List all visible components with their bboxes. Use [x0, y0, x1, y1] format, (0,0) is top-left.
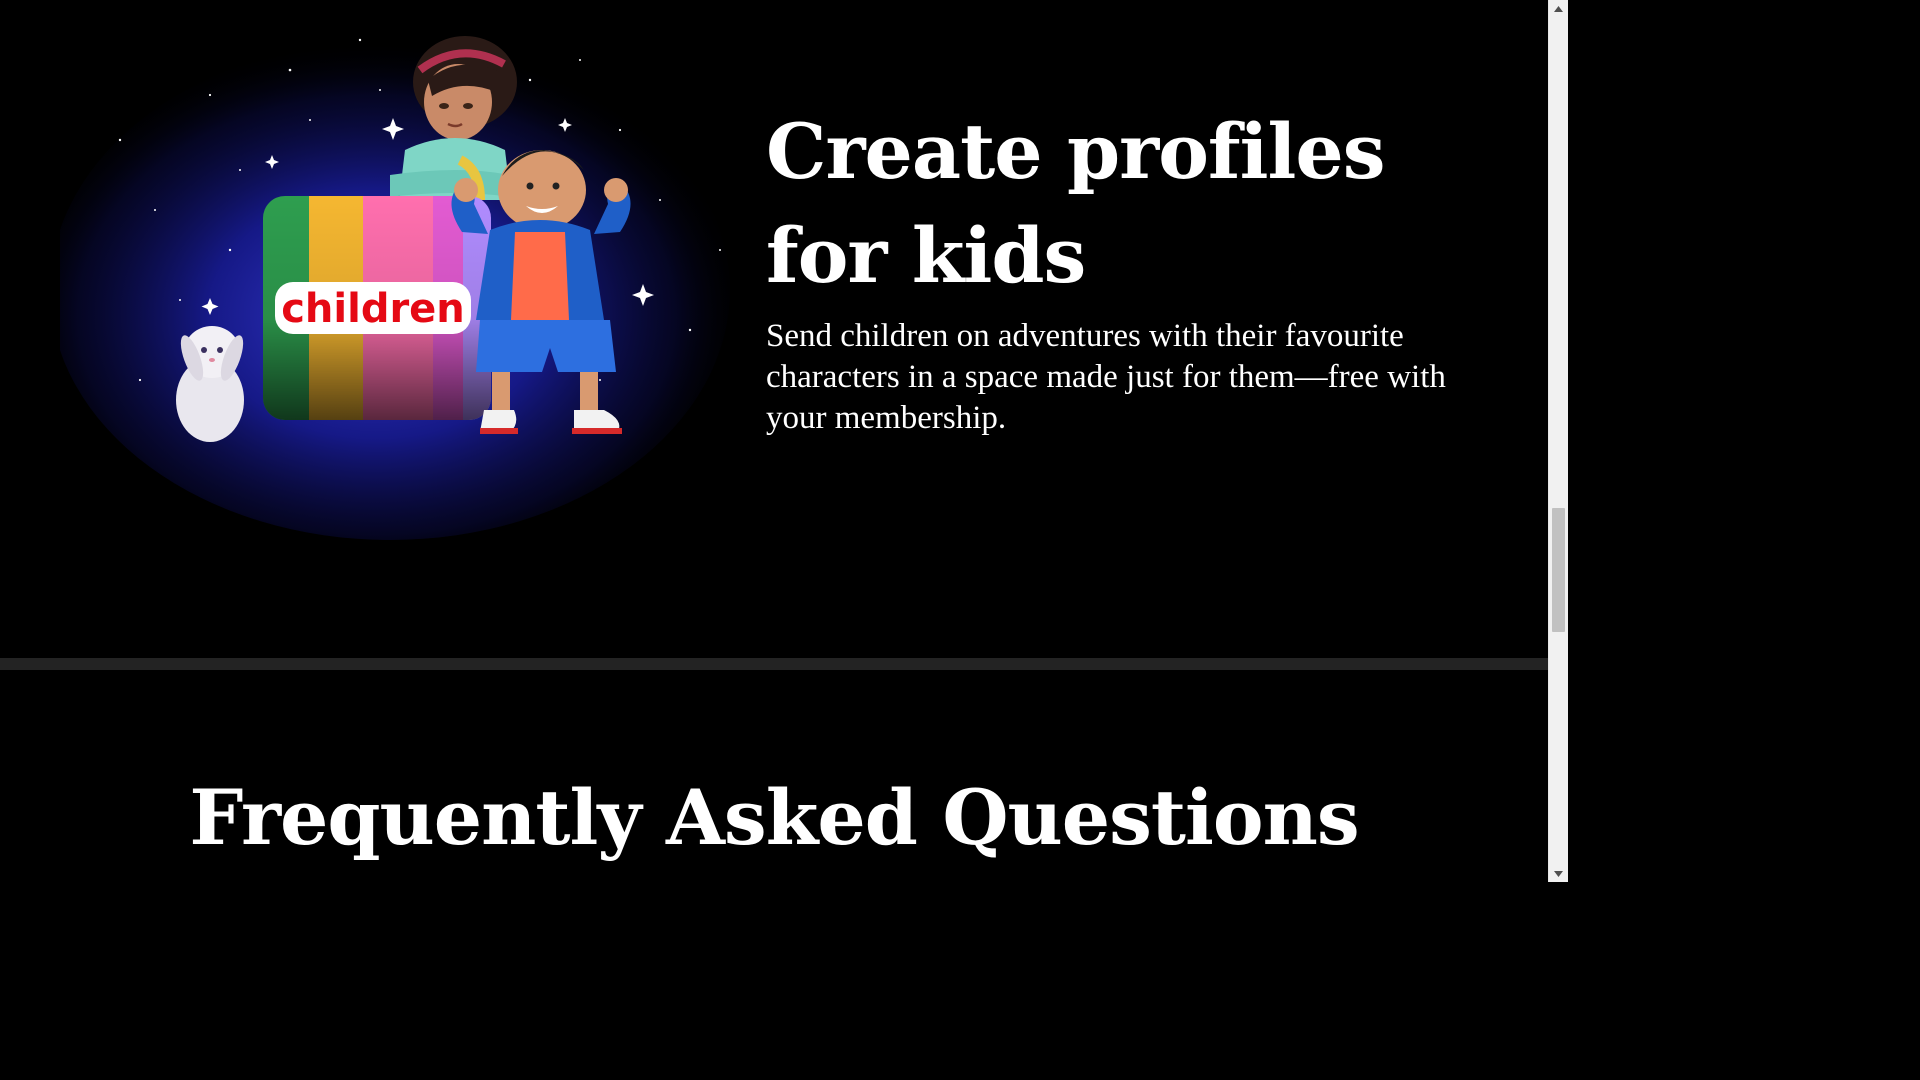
children-badge-text: children [281, 286, 465, 332]
kids-characters-image: children [60, 36, 730, 540]
kids-profile-section: children Create profiles for kids Send c… [0, 0, 1548, 658]
kids-profile-illustration: children [60, 0, 750, 540]
scroll-thumb[interactable] [1552, 508, 1565, 632]
children-badge: children [263, 196, 491, 420]
scroll-down-arrow-icon[interactable] [1549, 865, 1568, 882]
faq-heading: Frequently Asked Questions [189, 773, 1359, 862]
kids-profile-text: Create profiles for kids Send children o… [766, 100, 1486, 439]
bunny-character [176, 326, 244, 442]
scroll-up-arrow-icon[interactable] [1549, 0, 1568, 17]
section-divider [0, 658, 1548, 670]
feature-description: Send children on adventures with their f… [766, 318, 1446, 436]
feature-title: Create profiles for kids [766, 107, 1386, 300]
faq-section: Frequently Asked Questions [0, 670, 1548, 882]
page-viewport: children Create profiles for kids Send c… [0, 0, 1548, 882]
vertical-scrollbar[interactable] [1548, 0, 1568, 882]
